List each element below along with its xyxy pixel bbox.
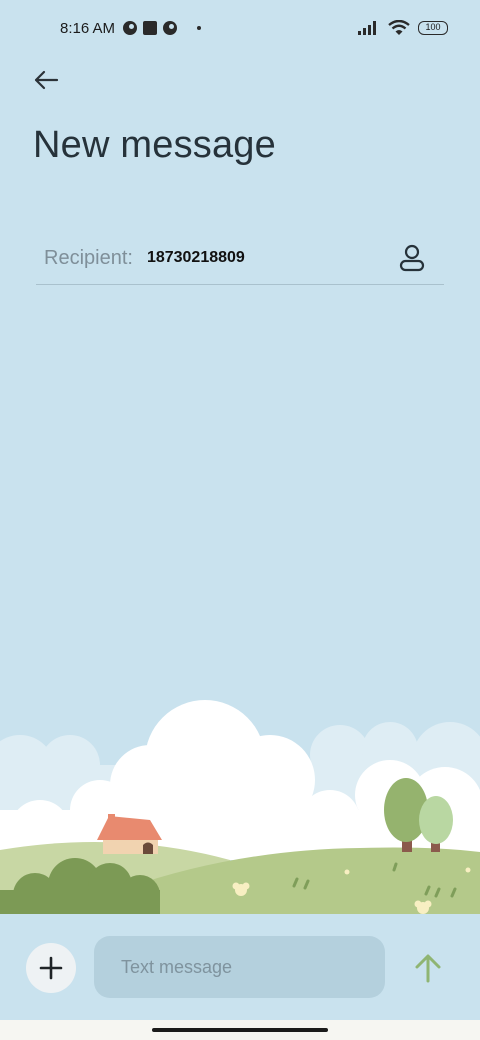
arrow-up-icon [415, 954, 441, 983]
recipient-label: Recipient: [44, 246, 133, 269]
arrow-left-icon [34, 70, 59, 90]
plus-icon [39, 956, 63, 980]
scenery-illustration [0, 700, 480, 915]
home-indicator[interactable] [152, 1028, 328, 1032]
status-right: 100 [358, 20, 448, 36]
signal-icon [358, 21, 376, 35]
page-title: New message [33, 124, 276, 166]
status-time: 8:16 AM [60, 19, 116, 37]
message-composer [0, 914, 480, 1020]
square-notification-icon [143, 21, 158, 35]
send-button[interactable] [408, 948, 448, 988]
dot-icon [197, 26, 202, 30]
wifi-icon [388, 20, 410, 35]
recipient-value[interactable]: 18730218809 [147, 249, 392, 267]
status-bar: 8:16 AM 100 [0, 0, 480, 56]
status-left: 8:16 AM [60, 19, 202, 37]
app-notification-icon [163, 21, 178, 35]
battery-icon: 100 [418, 21, 448, 35]
back-button[interactable] [28, 62, 64, 98]
navigation-bar [0, 1020, 480, 1040]
recipient-field[interactable]: Recipient: 18730218809 [36, 232, 444, 285]
app-notification-icon [123, 21, 138, 35]
select-contact-button[interactable] [392, 238, 432, 278]
add-attachment-button[interactable] [26, 943, 76, 993]
person-icon [399, 244, 425, 272]
message-input[interactable] [94, 936, 385, 998]
